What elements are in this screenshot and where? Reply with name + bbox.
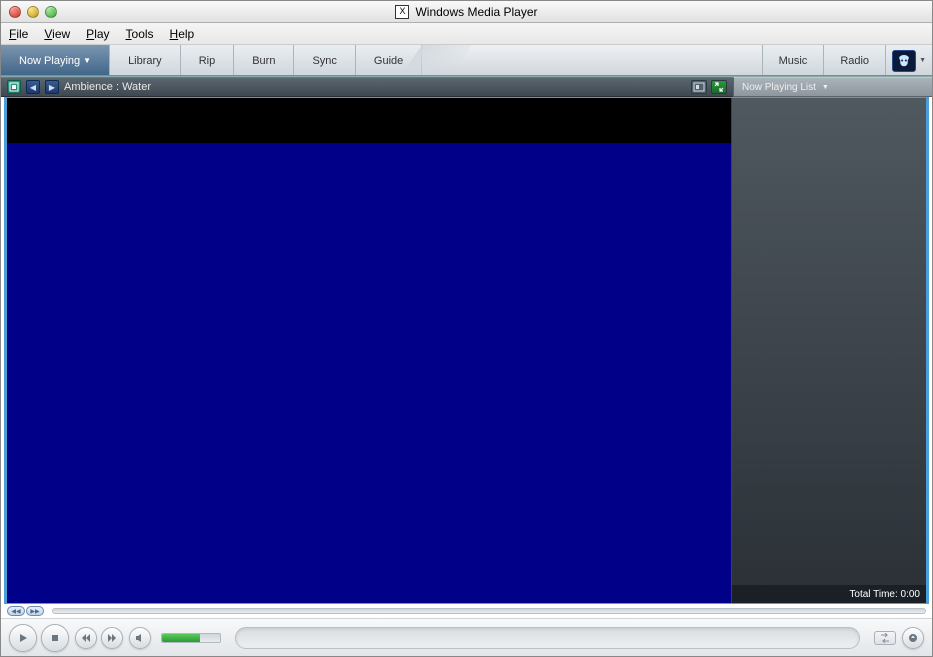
shuffle-repeat-icon[interactable] bbox=[874, 631, 896, 645]
chevron-down-icon[interactable]: ▼ bbox=[919, 57, 926, 64]
track-title: Ambience : Water bbox=[64, 81, 151, 93]
play-button[interactable] bbox=[9, 624, 37, 652]
napster-icon bbox=[892, 50, 916, 72]
seek-forward-button[interactable]: ▶▶ bbox=[26, 606, 44, 616]
menu-file[interactable]: File bbox=[9, 27, 28, 41]
nav-back-button[interactable]: ◀ bbox=[26, 80, 40, 94]
seek-rewind-button[interactable]: ◀◀ bbox=[7, 606, 25, 616]
title-wrap: X Windows Media Player bbox=[1, 5, 932, 19]
tab-label: Sync bbox=[312, 55, 336, 67]
tab-label: Radio bbox=[840, 55, 869, 67]
info-row: ◀ ▶ Ambience : Water Now Playing List ▼ bbox=[1, 77, 932, 97]
tabbar: Now Playing ▼ Library Rip Burn Sync Guid… bbox=[1, 45, 932, 77]
app-window: X Windows Media Player File View Play To… bbox=[0, 0, 933, 657]
playback-controls bbox=[1, 618, 932, 656]
volume-slider[interactable] bbox=[161, 633, 221, 643]
next-button[interactable] bbox=[101, 627, 123, 649]
rewind-seek-pair: ◀◀ ▶▶ bbox=[7, 606, 44, 616]
stop-button[interactable] bbox=[41, 624, 69, 652]
tab-now-playing[interactable]: Now Playing ▼ bbox=[1, 45, 110, 76]
menubar: File View Play Tools Help bbox=[1, 23, 932, 45]
tab-music[interactable]: Music bbox=[762, 45, 824, 76]
tab-library[interactable]: Library bbox=[110, 45, 181, 76]
tab-burn[interactable]: Burn bbox=[234, 45, 294, 76]
online-store-button[interactable]: ▼ bbox=[885, 45, 932, 76]
tab-rip[interactable]: Rip bbox=[181, 45, 235, 76]
chevron-down-icon[interactable]: ▼ bbox=[83, 56, 91, 65]
previous-button[interactable] bbox=[75, 627, 97, 649]
playlist-header-dropdown[interactable]: Now Playing List ▼ bbox=[733, 77, 932, 97]
tab-label: Music bbox=[779, 55, 808, 67]
playlist-footer: Total Time: 0:00 bbox=[732, 585, 926, 603]
minimize-window-button[interactable] bbox=[27, 6, 39, 18]
seekbar-row: ◀◀ ▶▶ bbox=[1, 604, 932, 618]
volume-fill bbox=[162, 634, 200, 642]
chevron-down-icon: ▼ bbox=[822, 84, 829, 91]
playlist-body[interactable] bbox=[732, 98, 926, 585]
tab-gap bbox=[422, 45, 761, 76]
visualization-menu-icon[interactable] bbox=[7, 80, 21, 94]
seek-slider[interactable] bbox=[52, 608, 926, 614]
x11-icon: X bbox=[395, 5, 409, 19]
tab-sync[interactable]: Sync bbox=[294, 45, 355, 76]
total-time-label: Total Time: bbox=[849, 589, 897, 600]
video-letterbox-top bbox=[7, 98, 731, 143]
switch-to-skin-mode-button[interactable] bbox=[902, 627, 924, 649]
menu-help[interactable]: Help bbox=[170, 27, 195, 41]
tab-label: Burn bbox=[252, 55, 275, 67]
tab-label: Library bbox=[128, 55, 162, 67]
mute-button[interactable] bbox=[129, 627, 151, 649]
traffic-lights bbox=[9, 6, 57, 18]
view-fullscreen-icon[interactable] bbox=[691, 80, 707, 94]
infobar: ◀ ▶ Ambience : Water bbox=[1, 77, 733, 97]
tab-radio[interactable]: Radio bbox=[823, 45, 885, 76]
playlist-header-label: Now Playing List bbox=[742, 82, 816, 93]
menu-tools[interactable]: Tools bbox=[126, 27, 154, 41]
menu-play[interactable]: Play bbox=[86, 27, 109, 41]
main-content: Total Time: 0:00 bbox=[4, 97, 929, 604]
video-area[interactable] bbox=[7, 98, 731, 603]
total-time-value: 0:00 bbox=[901, 589, 920, 600]
tab-label: Now Playing bbox=[19, 55, 80, 67]
status-well bbox=[235, 627, 860, 649]
tab-label: Guide bbox=[374, 55, 403, 67]
close-window-button[interactable] bbox=[9, 6, 21, 18]
tab-label: Rip bbox=[199, 55, 216, 67]
window-title: Windows Media Player bbox=[415, 5, 537, 19]
titlebar: X Windows Media Player bbox=[1, 1, 932, 23]
playlist-pane: Total Time: 0:00 bbox=[731, 98, 926, 603]
visualization-canvas bbox=[7, 143, 731, 603]
zoom-window-button[interactable] bbox=[45, 6, 57, 18]
nav-forward-button[interactable]: ▶ bbox=[45, 80, 59, 94]
menu-view[interactable]: View bbox=[44, 27, 70, 41]
maximize-video-icon[interactable] bbox=[711, 80, 727, 94]
